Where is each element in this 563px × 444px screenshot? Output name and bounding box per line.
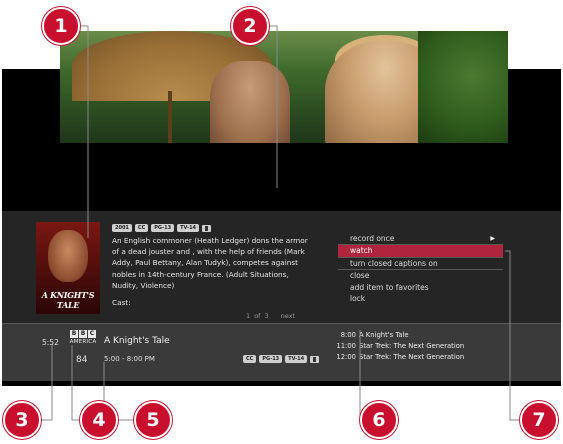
leader-line-1 xyxy=(76,25,89,238)
callout-3: 3 xyxy=(3,401,41,439)
callout-5: 5 xyxy=(134,401,172,439)
callout-leader-lines xyxy=(37,25,523,421)
leader-line-7 xyxy=(505,250,523,421)
callout-6: 6 xyxy=(360,401,398,439)
callout-4: 4 xyxy=(80,401,118,439)
leader-line-2 xyxy=(265,25,278,188)
callout-7: 7 xyxy=(520,401,558,439)
leader-line-3 xyxy=(37,345,53,421)
callout-2: 2 xyxy=(231,7,269,45)
callout-1: 1 xyxy=(42,7,80,45)
